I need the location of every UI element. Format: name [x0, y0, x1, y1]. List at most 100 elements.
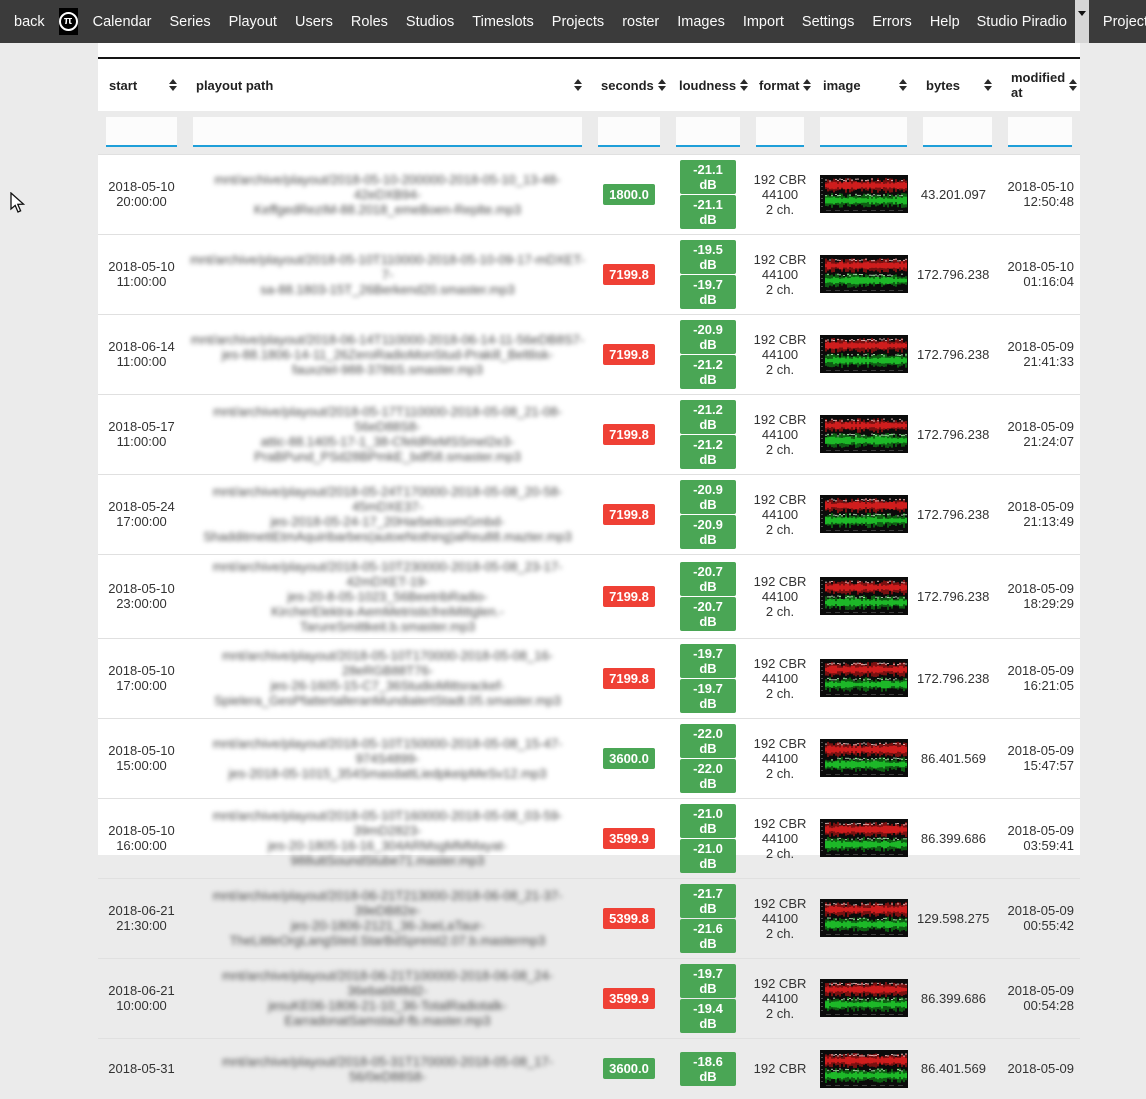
format-line: 44100 [750, 911, 810, 926]
nav-item-projects[interactable]: Projects [543, 14, 613, 30]
cell-format: 192 CBR441002 ch. [748, 314, 812, 394]
filter-input-image[interactable] [820, 117, 907, 147]
loudness-badge: -21.2 dB [680, 400, 736, 434]
filter-input-seconds[interactable] [598, 117, 660, 147]
table-row: 2018-05-1017:00:00mnt/archive/playout/20… [98, 638, 1080, 718]
nav-item-users[interactable]: Users [286, 14, 342, 30]
filter-input-modified-at[interactable] [1008, 117, 1072, 147]
waveform-image[interactable] [820, 577, 908, 615]
loudness-badge: -21.2 dB [680, 355, 736, 389]
modified-time: 21:24:07 [1002, 434, 1074, 449]
nav-item-timeslots[interactable]: Timeslots [463, 14, 543, 30]
loudness-badge: -20.9 dB [680, 480, 736, 514]
nav-item-roles[interactable]: Roles [342, 14, 397, 30]
top-navbar: back π CalendarSeriesPlayoutUsersRolesSt… [0, 0, 1146, 43]
filter-input-format[interactable] [756, 117, 804, 147]
table-row: 2018-05-1020:00:00mnt/archive/playout/20… [98, 154, 1080, 234]
filter-cell-format [748, 111, 812, 154]
playout-path-redacted: mnt/archive/playout/2018-05-17T110000-20… [187, 404, 588, 464]
cell-loudness: -18.6 dB [668, 1038, 748, 1099]
cell-playout-path: mnt/archive/playout/2018-06-14T110000-20… [185, 314, 590, 394]
cell-seconds: 3600.0 [590, 1038, 668, 1099]
filter-input-start[interactable] [106, 117, 177, 147]
waveform-svg [820, 335, 908, 373]
playout-path-redacted: mnt/archive/playout/2018-05-31T170000-20… [187, 1054, 588, 1084]
nav-items: CalendarSeriesPlayoutUsersRolesStudiosTi… [84, 13, 969, 31]
modified-date: 2018-05-10 [1002, 259, 1074, 274]
waveform-image[interactable] [820, 175, 908, 213]
cell-seconds: 3599.9 [590, 798, 668, 878]
nav-item-playout[interactable]: Playout [220, 14, 286, 30]
waveform-image[interactable] [820, 979, 908, 1017]
playout-path-line: mnt/archive/playout/2018-05-17T110000-20… [187, 404, 588, 434]
modified-date: 2018-05-10 [1002, 179, 1074, 194]
chevron-down-icon[interactable] [1075, 0, 1089, 43]
piradio-logo-icon[interactable]: π [59, 8, 78, 35]
playout-path-redacted: mnt/archive/playout/2018-05-10T170000-20… [187, 648, 588, 708]
format-line: 192 CBR [750, 252, 810, 267]
cell-format: 192 CBR [748, 1038, 812, 1099]
start-date: 2018-05-17 [100, 419, 183, 434]
studio-select[interactable]: Studio Piradio [969, 0, 1089, 43]
nav-item-help[interactable]: Help [921, 14, 969, 30]
cell-loudness: -21.2 dB-21.2 dB [668, 394, 748, 474]
nav-item-import[interactable]: Import [734, 14, 793, 30]
column-header-bytes[interactable]: bytes [915, 58, 1000, 111]
waveform-image[interactable] [820, 415, 908, 453]
cell-seconds: 7199.8 [590, 394, 668, 474]
waveform-image[interactable] [820, 1050, 908, 1088]
column-header-playout-path[interactable]: playout path [185, 58, 590, 111]
bytes-value: 172.796.238 [917, 589, 986, 604]
column-header-start[interactable]: start [98, 58, 185, 111]
loudness-badge: -19.7 dB [680, 964, 736, 998]
cell-image [812, 958, 915, 1038]
project-select[interactable]: Project 88vier [1095, 0, 1146, 43]
column-header-image[interactable]: image [812, 58, 915, 111]
cell-format: 192 CBR441002 ch. [748, 394, 812, 474]
cell-seconds: 3600.0 [590, 718, 668, 798]
cell-start: 2018-05-1017:00:00 [98, 638, 185, 718]
playout-path-line: TheLittleOrgLangSted.StarBdSpreist2.07.b… [187, 933, 588, 948]
nav-item-images[interactable]: Images [668, 14, 734, 30]
filter-input-loudness[interactable] [676, 117, 740, 147]
column-header-loudness[interactable]: loudness [668, 58, 748, 111]
nav-item-back[interactable]: back [14, 14, 53, 30]
cell-image [812, 798, 915, 878]
column-header-seconds[interactable]: seconds [590, 58, 668, 111]
waveform-image[interactable] [820, 739, 908, 777]
waveform-image[interactable] [820, 819, 908, 857]
bytes-value: 86.399.686 [917, 991, 986, 1006]
modified-date: 2018-05-09 [1002, 903, 1074, 918]
nav-item-series[interactable]: Series [160, 14, 219, 30]
sort-icon [803, 79, 811, 91]
start-time: 21:30:00 [100, 918, 183, 933]
start-date: 2018-05-10 [100, 179, 183, 194]
waveform-image[interactable] [820, 899, 908, 937]
playout-path-line: mnt/archive/playout/2018-05-24T170000-20… [187, 484, 588, 514]
playout-path-line: jes-20-8-05-1023_56BeetribRadio- [187, 589, 588, 604]
cell-modified-at: 2018-05-1001:16:04 [1000, 234, 1080, 314]
cell-bytes: 172.796.238 [915, 394, 1000, 474]
waveform-image[interactable] [820, 495, 908, 533]
nav-item-errors[interactable]: Errors [863, 14, 920, 30]
waveform-svg [820, 175, 908, 213]
filter-input-bytes[interactable] [923, 117, 992, 147]
waveform-svg [820, 979, 908, 1017]
nav-item-studios[interactable]: Studios [397, 14, 463, 30]
waveform-svg [820, 1050, 908, 1088]
column-header-format[interactable]: format [748, 58, 812, 111]
nav-item-calendar[interactable]: Calendar [84, 14, 161, 30]
cell-seconds: 7199.8 [590, 554, 668, 638]
waveform-image[interactable] [820, 255, 908, 293]
start-time: 20:00:00 [100, 194, 183, 209]
nav-item-roster[interactable]: roster [613, 14, 668, 30]
column-header-modified-at[interactable]: modified at [1000, 58, 1080, 111]
waveform-image[interactable] [820, 335, 908, 373]
nav-item-settings[interactable]: Settings [793, 14, 863, 30]
filter-input-playout-path[interactable] [193, 117, 582, 147]
modified-time: 16:21:05 [1002, 678, 1074, 693]
waveform-image[interactable] [820, 659, 908, 697]
playout-path-line: mnt/archive/playout/2018-05-10T110000-20… [187, 252, 588, 282]
start-date: 2018-05-10 [100, 259, 183, 274]
start-time: 16:00:00 [100, 838, 183, 853]
